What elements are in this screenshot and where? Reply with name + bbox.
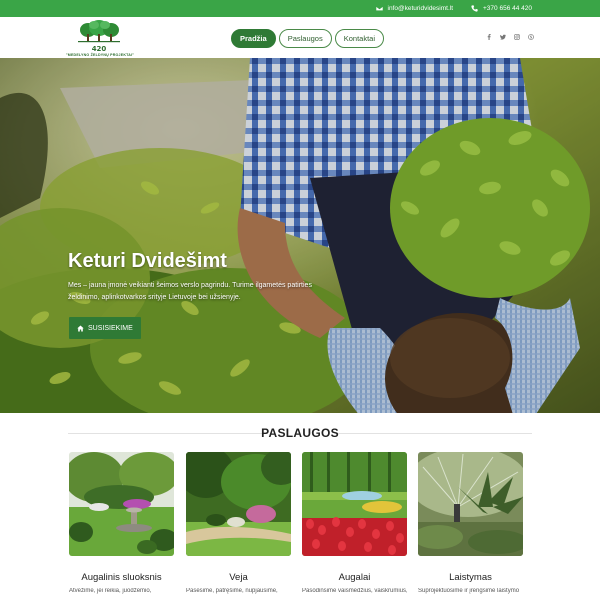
envelope-icon xyxy=(375,6,383,11)
service-title: Laistymas xyxy=(449,572,492,583)
service-image-tulips[interactable] xyxy=(302,452,407,556)
service-image-sprinkler[interactable] xyxy=(418,452,523,556)
social-links xyxy=(486,33,534,41)
service-card-augalai[interactable]: Augalai Pasodinsime vaismedžius, vaiskrū… xyxy=(302,452,407,594)
phone-contact[interactable]: +370 656 44 420 xyxy=(471,5,532,12)
nav-kontaktai[interactable]: Kontaktai xyxy=(334,29,384,48)
instagram-icon[interactable] xyxy=(514,33,520,41)
contact-us-button[interactable]: SUSISIEKIME xyxy=(69,317,141,339)
contact-us-label: SUSISIEKIME xyxy=(88,324,133,332)
twitter-icon[interactable] xyxy=(500,33,506,41)
email-text[interactable]: info@keturidvidesimt.lt xyxy=(388,5,453,12)
phone-text[interactable]: +370 656 44 420 xyxy=(483,5,532,12)
hero-description: Mes – jauna įmonė veikianti šeimos versl… xyxy=(68,282,312,301)
facebook-icon[interactable] xyxy=(486,33,492,41)
phone-icon xyxy=(471,5,478,12)
service-description: Atvežime, jei reikia, juodžemio, xyxy=(69,588,152,594)
skype-icon[interactable] xyxy=(528,33,534,41)
service-description: Suprojektuosime ir įrengsime laistymo xyxy=(418,588,520,594)
hero-banner: Keturi Dvidešimt Mes – jauna įmonė veiki… xyxy=(0,58,600,413)
home-icon xyxy=(77,325,84,331)
logo-number: 420 xyxy=(92,45,107,53)
site-header: 420 "MEDELYNO ŽELDYNŲ PROJEKTAI" Pradžia… xyxy=(0,17,600,58)
heading-divider-right xyxy=(338,433,532,434)
service-card-veja[interactable]: Veja Pasėsime, patręšime, nupjausime, xyxy=(186,452,291,594)
hero-title: Keturi Dvidešimt xyxy=(68,250,227,272)
hero-garden-photo xyxy=(0,58,600,413)
top-contact-bar: info@keturidvidesimt.lt +370 656 44 420 xyxy=(0,0,600,17)
service-description: Pasėsime, patręšime, nupjausime, xyxy=(186,588,278,594)
service-card-laistymas[interactable]: Laistymas Suprojektuosime ir įrengsime l… xyxy=(418,452,523,594)
service-image-garden-fountain[interactable] xyxy=(69,452,174,556)
service-image-lawn[interactable] xyxy=(186,452,291,556)
logo[interactable]: 420 xyxy=(68,20,130,55)
nav-paslaugos[interactable]: Paslaugos xyxy=(278,29,332,48)
service-title: Augalinis sluoksnis xyxy=(81,572,162,583)
logo-caption: "MEDELYNO ŽELDYNŲ PROJEKTAI" xyxy=(65,53,135,57)
service-description: Pasodinsime vaismedžius, vaiskrūmius, xyxy=(302,588,407,594)
service-title: Augalai xyxy=(338,572,371,583)
nav-pradzia[interactable]: Pradžia xyxy=(231,29,276,48)
main-nav: Pradžia Paslaugos Kontaktai xyxy=(231,29,384,48)
email-contact[interactable]: info@keturidvidesimt.lt xyxy=(375,5,453,12)
service-card-augalinis-sluoksnis[interactable]: Augalinis sluoksnis Atvežime, jei reikia… xyxy=(69,452,174,594)
service-title: Veja xyxy=(229,572,248,583)
